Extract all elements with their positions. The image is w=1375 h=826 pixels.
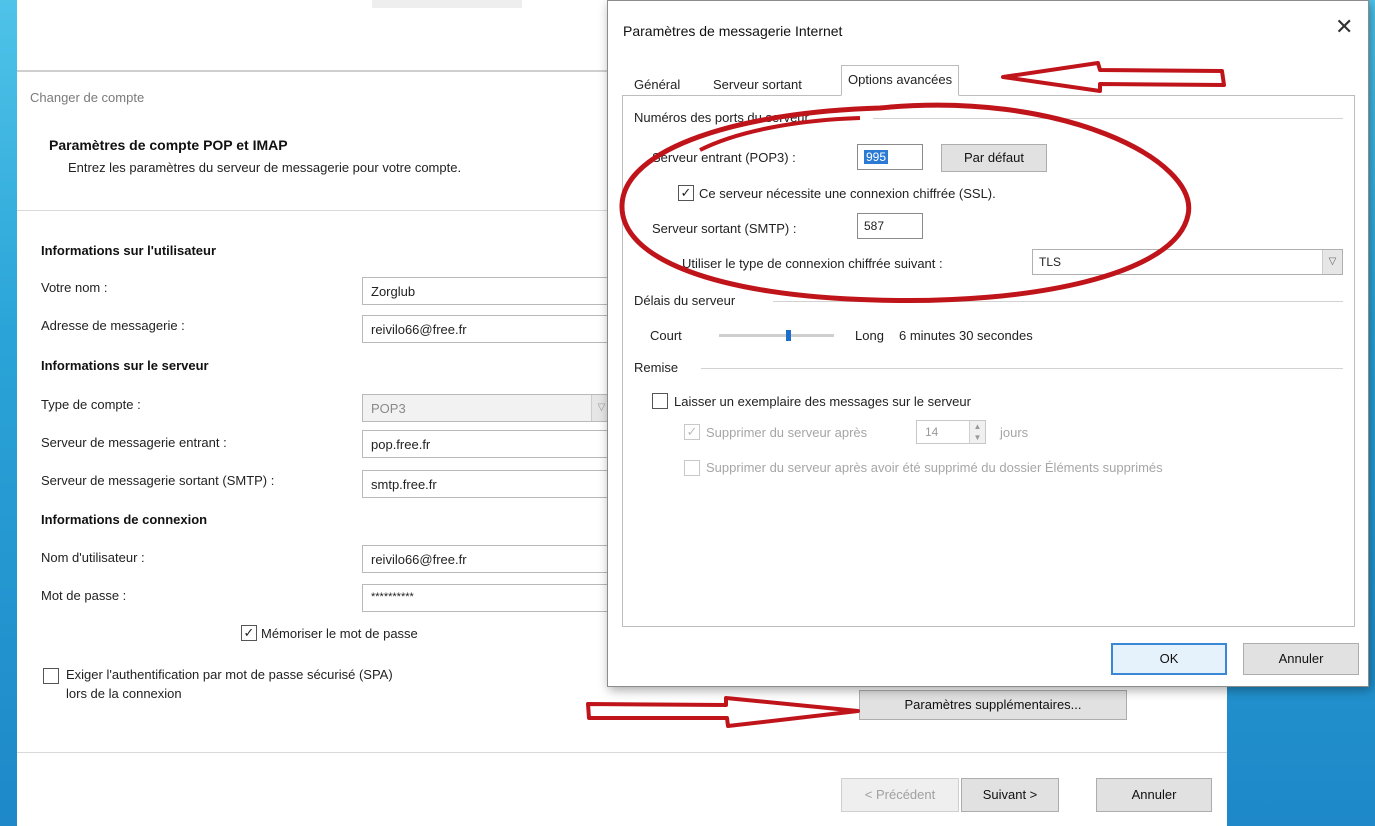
- next-button[interactable]: Suivant >: [961, 778, 1059, 812]
- tab-general[interactable]: Général: [627, 72, 687, 96]
- encryption-type-value: TLS: [1039, 255, 1062, 269]
- delivery-group-title: Remise: [634, 360, 683, 375]
- timeout-group-line: [773, 301, 1343, 302]
- incoming-port-label: Serveur entrant (POP3) :: [652, 150, 796, 165]
- ssl-label: Ce serveur nécessite une connexion chiff…: [699, 186, 996, 201]
- leave-copy-label: Laisser un exemplaire des messages sur l…: [674, 394, 971, 409]
- server-info-section-title: Informations sur le serveur: [41, 358, 209, 373]
- window-top-strip: [17, 0, 617, 72]
- more-settings-button[interactable]: Paramètres supplémentaires...: [859, 690, 1127, 720]
- account-type-label: Type de compte :: [41, 397, 141, 412]
- previous-button[interactable]: < Précédent: [841, 778, 959, 812]
- login-info-section-title: Informations de connexion: [41, 512, 208, 527]
- timeout-short-label: Court: [650, 328, 682, 343]
- password-label: Mot de passe :: [41, 588, 127, 603]
- remove-after-checkbox[interactable]: ✓: [684, 424, 700, 440]
- tab-outgoing-server[interactable]: Serveur sortant: [706, 72, 809, 96]
- email-label: Adresse de messagerie :: [41, 318, 185, 333]
- username-field[interactable]: reivilo66@free.fr: [362, 545, 612, 573]
- email-field[interactable]: reivilo66@free.fr: [362, 315, 612, 343]
- timeout-slider-thumb[interactable]: [786, 330, 791, 341]
- encryption-type-label: Utiliser le type de connexion chiffrée s…: [682, 256, 943, 271]
- spinner-icon[interactable]: ▲ ▼: [969, 421, 985, 443]
- header-subtitle: Entrez les paramètres du serveur de mess…: [68, 160, 462, 175]
- remove-deleted-checkbox[interactable]: [684, 460, 700, 476]
- ports-group-title: Numéros des ports du serveur: [634, 110, 813, 125]
- remove-after-days-value: 14: [925, 425, 939, 439]
- account-type-value: POP3: [371, 401, 406, 416]
- outgoing-server-field[interactable]: smtp.free.fr: [362, 470, 612, 498]
- spa-label-line2: lors de la connexion: [66, 686, 182, 701]
- username-label: Nom d'utilisateur :: [41, 550, 145, 565]
- default-port-button[interactable]: Par défaut: [941, 144, 1047, 172]
- internet-mail-settings-dialog: Paramètres de messagerie Internet ✕ Géné…: [607, 0, 1369, 687]
- days-label: jours: [1000, 425, 1029, 440]
- incoming-server-field[interactable]: pop.free.fr: [362, 430, 612, 458]
- dialog-title: Paramètres de messagerie Internet: [623, 23, 843, 39]
- top-divider: [17, 70, 617, 72]
- ok-button[interactable]: OK: [1111, 643, 1227, 675]
- spa-checkbox[interactable]: [43, 668, 59, 684]
- tab-advanced-options[interactable]: Options avancées: [841, 65, 960, 96]
- check-icon: ✓: [680, 185, 692, 200]
- timeout-long-label: Long: [855, 328, 884, 343]
- account-cancel-button[interactable]: Annuler: [1096, 778, 1212, 812]
- chevron-down-icon: ▽: [1322, 250, 1342, 274]
- incoming-server-label: Serveur de messagerie entrant :: [41, 435, 227, 450]
- remove-after-label: Supprimer du serveur après: [706, 425, 868, 440]
- header-title: Paramètres de compte POP et IMAP: [49, 137, 288, 153]
- outgoing-port-label: Serveur sortant (SMTP) :: [652, 221, 797, 236]
- delivery-group-line: [701, 368, 1343, 369]
- ssl-checkbox[interactable]: ✓: [678, 185, 694, 201]
- account-type-select: POP3 ▽: [362, 394, 612, 422]
- blurred-text: [372, 0, 522, 8]
- check-icon: ✓: [686, 424, 698, 439]
- incoming-port-field[interactable]: 995: [857, 144, 923, 170]
- spa-label-line1: Exiger l'authentification par mot de pas…: [66, 667, 393, 682]
- footer-divider: [17, 752, 1227, 753]
- leave-copy-checkbox[interactable]: [652, 393, 668, 409]
- check-icon: ✓: [243, 625, 255, 640]
- close-icon[interactable]: ✕: [1335, 15, 1353, 39]
- outgoing-server-label: Serveur de messagerie sortant (SMTP) :: [41, 473, 275, 488]
- timeout-value: 6 minutes 30 secondes: [899, 328, 1033, 343]
- timeout-group-title: Délais du serveur: [634, 293, 740, 308]
- dialog-cancel-button[interactable]: Annuler: [1243, 643, 1359, 675]
- password-field[interactable]: **********: [362, 584, 612, 612]
- advanced-options-panel: Numéros des ports du serveur Serveur ent…: [622, 95, 1355, 627]
- remove-deleted-label: Supprimer du serveur après avoir été sup…: [706, 460, 1163, 475]
- encryption-type-select[interactable]: TLS ▽: [1032, 249, 1343, 275]
- user-info-section-title: Informations sur l'utilisateur: [41, 243, 217, 258]
- remove-after-days-field[interactable]: 14 ▲ ▼: [916, 420, 986, 444]
- name-label: Votre nom :: [41, 280, 108, 295]
- incoming-port-value: 995: [864, 150, 889, 164]
- timeout-slider-track[interactable]: [719, 334, 834, 337]
- ports-group-line: [873, 118, 1343, 119]
- remember-password-checkbox[interactable]: ✓: [241, 625, 257, 641]
- outgoing-port-field[interactable]: 587: [857, 213, 923, 239]
- remember-password-label: Mémoriser le mot de passe: [261, 626, 418, 641]
- window-title: Changer de compte: [30, 90, 145, 105]
- name-field[interactable]: Zorglub: [362, 277, 612, 305]
